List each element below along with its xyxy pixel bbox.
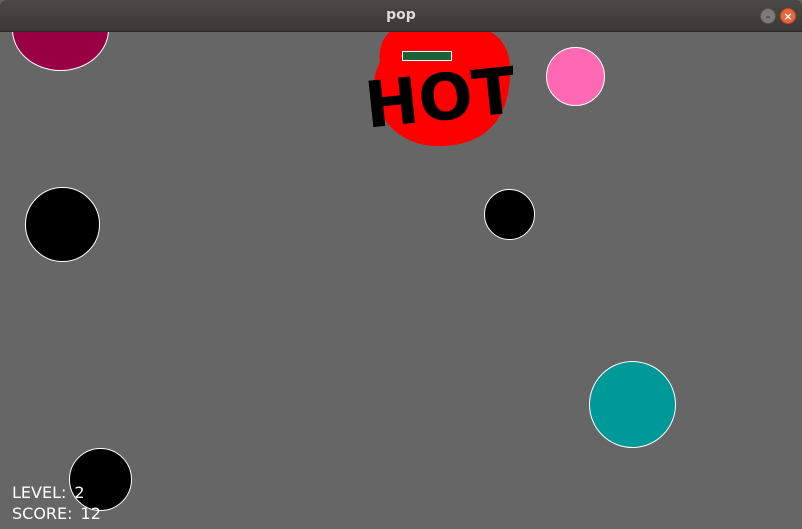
bubble-pink[interactable]	[546, 47, 605, 106]
bubble-magenta[interactable]	[12, 32, 109, 71]
score-label: SCORE:	[12, 504, 73, 523]
hot-bubble-graphic: HOT	[368, 32, 513, 147]
hot-bubble[interactable]: HOT	[368, 32, 513, 148]
hot-label: HOT	[368, 54, 513, 143]
score-value: 12	[80, 504, 101, 523]
health-bar	[402, 51, 452, 61]
titlebar[interactable]: pop – ×	[0, 0, 802, 32]
game-window: pop – × HOT LEVEL: 2 SCORE: 12	[0, 0, 802, 529]
minimize-button[interactable]: –	[760, 8, 776, 24]
bubble-teal[interactable]	[589, 361, 676, 448]
bubble-black-left[interactable]	[25, 187, 100, 262]
bubble-black-center[interactable]	[484, 189, 535, 240]
close-button[interactable]: ×	[780, 8, 796, 24]
level-value: 2	[74, 483, 85, 502]
level-display: LEVEL: 2	[12, 483, 85, 503]
window-title: pop	[386, 7, 416, 23]
level-label: LEVEL:	[12, 483, 67, 502]
score-display: SCORE: 12	[12, 504, 101, 524]
game-canvas[interactable]: HOT LEVEL: 2 SCORE: 12	[2, 32, 802, 529]
